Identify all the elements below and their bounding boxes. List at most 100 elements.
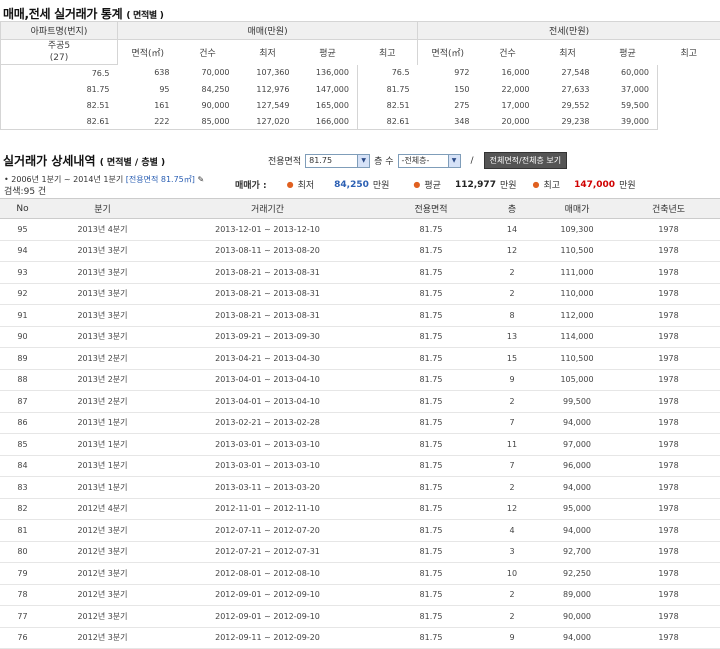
detail-cell: 79 [0,563,45,585]
detail-cell: 2012-08-01 ~ 2012-08-10 [160,563,375,585]
detail-column-header: 거래기간 [160,199,375,219]
detail-title-text: 실거래가 상세내역 [3,154,96,168]
detail-table: No분기거래기간전용면적층매매가건축년도 952013년 4분기2013-12-… [0,198,720,649]
area-select-value: 81.75 [309,156,332,165]
stats-row: 82.6122285,000127,020166,00082.6134820,0… [1,113,720,130]
rent-cell: 59,500 [598,97,658,113]
detail-cell: 81.75 [375,498,487,520]
detail-cell: 84 [0,455,45,477]
rent-cell: 82.61 [358,113,418,130]
detail-cell: 2013-04-01 ~ 2013-04-10 [160,369,375,391]
rent-cell: 17,000 [478,97,538,113]
detail-cell: 12 [487,240,537,262]
sale-subheader-area: 면적(㎡) [118,40,178,65]
floor-select-value: -전체층- [402,155,430,166]
detail-cell: 90 [0,326,45,348]
detail-column-header: 분기 [45,199,160,219]
detail-cell: 1978 [617,563,720,585]
area-tag: [전용면적 81.75㎡] [126,175,195,184]
stats-row: 81.759584,250112,976147,00081.7515022,00… [1,81,720,97]
sale-cell: 147,000 [298,81,358,97]
detail-cell: 2013년 1분기 [45,412,160,434]
detail-cell: 89,000 [537,584,617,606]
table-row: 832013년 1분기2013-03-11 ~ 2013-03-2081.752… [0,477,720,499]
detail-cell: 1978 [617,391,720,413]
detail-cell: 92,700 [537,541,617,563]
detail-header-bar: 실거래가 상세내역 ( 면적별 / 층별 ) 전용면적 81.75 ▼ 층 수 … [0,148,720,174]
detail-cell: 1978 [617,455,720,477]
detail-cell: 2013년 1분기 [45,477,160,499]
detail-cell: 2013-08-21 ~ 2013-08-31 [160,305,375,327]
bullet-icon: ● [287,180,294,189]
detail-header-row: No분기거래기간전용면적층매매가건축년도 [0,199,720,219]
sale-price-label: 매매가 : [235,178,267,191]
detail-cell: 86 [0,412,45,434]
sale-cell: 166,000 [298,113,358,130]
detail-cell: 81.75 [375,477,487,499]
table-row: 852013년 1분기2013-03-01 ~ 2013-03-1081.751… [0,434,720,456]
detail-cell: 81.75 [375,627,487,649]
detail-cell: 2013-08-21 ~ 2013-08-31 [160,262,375,284]
detail-cell: 110,500 [537,348,617,370]
rent-subheader-min: 최저 [538,40,598,65]
detail-cell: 2013-03-11 ~ 2013-03-20 [160,477,375,499]
detail-cell: 93 [0,262,45,284]
avg-value: 112,977 [455,180,496,190]
rent-subheader-max: 최고 [658,40,720,65]
detail-cell: 78 [0,584,45,606]
detail-cell: 2012년 3분기 [45,563,160,585]
detail-cell: 2012-11-01 ~ 2012-11-10 [160,498,375,520]
rent-subheader-area: 면적(㎡) [418,40,478,65]
detail-cell: 2013년 4분기 [45,219,160,241]
detail-cell: 81.75 [375,326,487,348]
detail-cell: 2012년 3분기 [45,584,160,606]
detail-cell: 81.75 [375,219,487,241]
rent-cell: 76.5 [358,65,418,82]
apt-number: (27) [1,52,117,64]
table-row: 952013년 4분기2013-12-01 ~ 2013-12-1081.751… [0,219,720,241]
detail-cell: 81.75 [375,240,487,262]
rent-subheader-avg: 평균 [598,40,658,65]
sale-cell: 136,000 [298,65,358,82]
detail-cell: 2012년 3분기 [45,541,160,563]
detail-cell: 83 [0,477,45,499]
detail-cell: 95,000 [537,498,617,520]
detail-cell: 77 [0,606,45,628]
rent-cell: 81.75 [358,81,418,97]
rent-cell: 348 [418,113,478,130]
area-select[interactable]: 81.75 ▼ [305,154,370,168]
avg-label: 평균 [424,178,441,191]
avg-unit: 만원 [500,178,517,191]
detail-cell: 2012년 3분기 [45,627,160,649]
stats-row: 76.563870,000107,360136,00076.597216,000… [1,65,720,82]
detail-cell: 81.75 [375,369,487,391]
detail-cell: 2013년 2분기 [45,348,160,370]
detail-cell: 2012-07-11 ~ 2012-07-20 [160,520,375,542]
detail-cell: 1978 [617,434,720,456]
rent-cell: 29,552 [538,97,598,113]
detail-cell: 92,250 [537,563,617,585]
detail-cell: 2013-03-01 ~ 2013-03-10 [160,434,375,456]
detail-cell: 2 [487,584,537,606]
min-unit: 만원 [373,178,390,191]
rent-cell: 20,000 [478,113,538,130]
detail-cell: 2013년 3분기 [45,283,160,305]
detail-cell: 81.75 [375,520,487,542]
period-text: • 2006년 1분기 ~ 2014년 1분기 [4,175,123,184]
edit-icon[interactable]: ✎ [197,175,204,184]
detail-cell: 11 [487,434,537,456]
detail-cell: 91 [0,305,45,327]
sale-header: 매매(만원) [118,22,418,40]
detail-cell: 81.75 [375,584,487,606]
detail-cell: 2 [487,283,537,305]
detail-title-sub: ( 면적별 / 층별 ) [100,158,165,168]
apt-header: 아파트명(번지) [1,22,118,40]
table-row: 902013년 3분기2013-09-21 ~ 2013-09-3081.751… [0,326,720,348]
filter-bar: 전용면적 81.75 ▼ 층 수 -전체층- ▼ / 전체면적/전체층 보기 [268,152,567,169]
sale-cell: 107,360 [238,65,298,82]
view-all-button[interactable]: 전체면적/전체층 보기 [484,152,567,169]
floor-select[interactable]: -전체층- ▼ [398,154,461,168]
apt-name: 주공5 [1,40,117,52]
sale-cell: 76.5 [1,65,118,82]
sale-cell: 81.75 [1,81,118,97]
